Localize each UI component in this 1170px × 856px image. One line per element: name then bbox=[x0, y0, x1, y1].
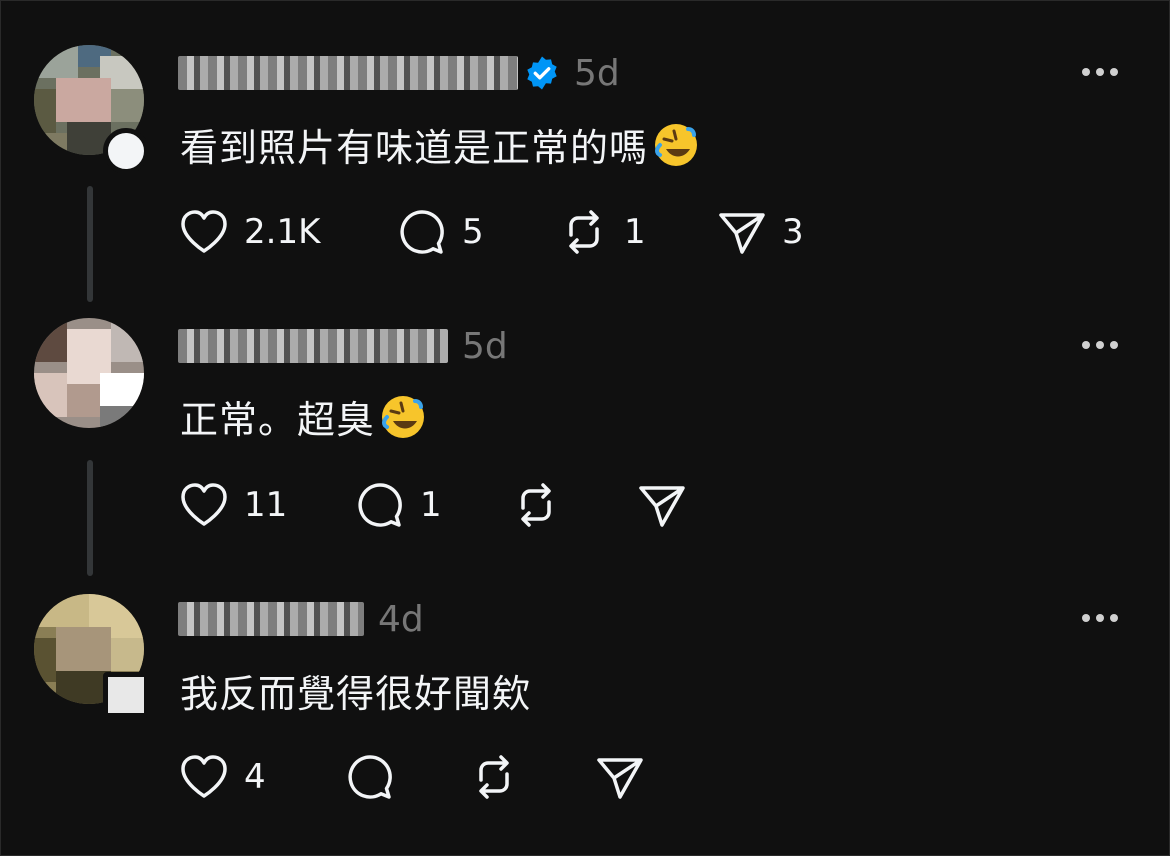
reply-count: 1 bbox=[420, 485, 442, 525]
heart-icon bbox=[181, 755, 227, 798]
repost-icon bbox=[521, 483, 551, 527]
post-text: 正常。超臭 bbox=[180, 389, 427, 444]
comment-icon bbox=[358, 483, 402, 527]
post-time[interactable]: 4d bbox=[378, 599, 424, 640]
repost-button[interactable] bbox=[468, 752, 520, 802]
repost-icon bbox=[479, 755, 509, 799]
like-button[interactable]: 2.1K bbox=[178, 207, 320, 257]
more-options-icon[interactable] bbox=[1080, 66, 1120, 78]
username-redacted bbox=[178, 56, 518, 90]
heart-icon bbox=[181, 483, 227, 526]
thread-line bbox=[87, 460, 93, 576]
like-count: 2.1K bbox=[244, 212, 321, 252]
post-text: 看到照片有味道是正常的嗎 bbox=[180, 117, 700, 172]
send-icon bbox=[597, 758, 643, 799]
post-time[interactable]: 5d bbox=[574, 53, 620, 94]
username[interactable]: 5d bbox=[178, 53, 620, 94]
avatar-image bbox=[34, 318, 144, 428]
repost-count: 1 bbox=[624, 212, 646, 252]
repost-button[interactable] bbox=[510, 480, 562, 530]
follow-badge[interactable] bbox=[103, 672, 149, 718]
like-count: 11 bbox=[244, 485, 288, 525]
like-count: 4 bbox=[244, 757, 266, 797]
heart-icon bbox=[181, 210, 227, 253]
share-button[interactable] bbox=[636, 480, 688, 530]
more-options-icon[interactable] bbox=[1080, 339, 1120, 351]
share-count: 3 bbox=[782, 212, 804, 252]
verified-badge-icon bbox=[527, 56, 557, 90]
rolling-laughing-emoji-icon bbox=[655, 124, 698, 166]
comment-icon bbox=[400, 210, 444, 254]
post-text-content: 我反而覺得很好聞欸 bbox=[180, 672, 532, 716]
post-time[interactable]: 5d bbox=[462, 326, 508, 367]
reply-button[interactable] bbox=[344, 752, 396, 802]
username[interactable]: 5d bbox=[178, 326, 508, 367]
more-options-icon[interactable] bbox=[1080, 612, 1120, 624]
follow-badge[interactable] bbox=[103, 128, 149, 174]
reply-button[interactable]: 1 bbox=[354, 480, 442, 530]
username[interactable]: 4d bbox=[178, 599, 424, 640]
post-text: 我反而覺得很好聞欸 bbox=[180, 663, 531, 718]
reply-count: 5 bbox=[462, 212, 484, 252]
send-icon bbox=[639, 486, 685, 527]
rolling-laughing-emoji-icon bbox=[382, 396, 425, 438]
like-button[interactable]: 11 bbox=[178, 480, 287, 530]
share-button[interactable]: 3 bbox=[716, 207, 804, 257]
post-text-content: 看到照片有味道是正常的嗎 bbox=[180, 126, 649, 170]
send-icon bbox=[719, 213, 765, 254]
avatar[interactable] bbox=[34, 318, 144, 428]
thread-line bbox=[87, 186, 93, 302]
share-button[interactable] bbox=[594, 752, 646, 802]
like-button[interactable]: 4 bbox=[178, 752, 266, 802]
reply-button[interactable]: 5 bbox=[396, 207, 484, 257]
post-text-content: 正常。超臭 bbox=[180, 398, 376, 442]
comment-icon bbox=[348, 755, 392, 799]
username-redacted bbox=[178, 602, 364, 636]
repost-icon bbox=[569, 210, 599, 254]
username-redacted bbox=[178, 329, 448, 363]
repost-button[interactable]: 1 bbox=[558, 207, 646, 257]
